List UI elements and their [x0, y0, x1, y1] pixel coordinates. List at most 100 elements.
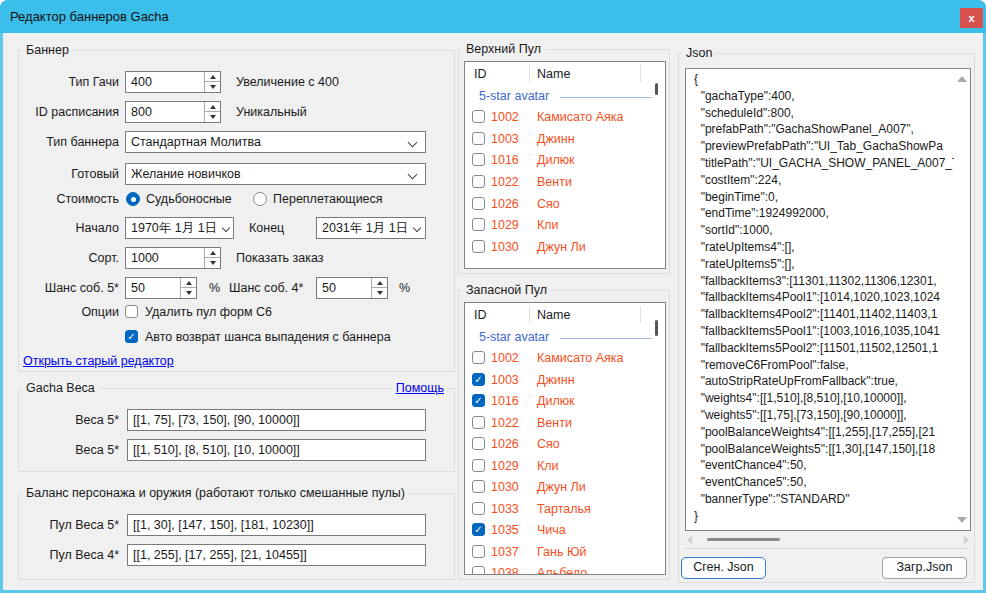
client-area: Баннер Тип Гачи 400 Увеличение с 400 ID …	[3, 33, 983, 590]
pool-item-id: 1003	[491, 132, 519, 146]
pool-item-checkbox[interactable]	[472, 480, 485, 493]
spin-up-button[interactable]	[205, 102, 220, 112]
begin-date-picker[interactable]: 1970年 1月 1日	[125, 217, 234, 239]
scroll-up-icon[interactable]	[957, 76, 967, 82]
scroll-down-icon[interactable]	[957, 517, 967, 523]
auto-strip-checkbox[interactable]	[125, 330, 138, 343]
scroll-right-icon[interactable]	[964, 536, 969, 544]
pool-item-id: 1038	[491, 566, 519, 575]
spin-up-button[interactable]	[205, 248, 220, 258]
chance4-spinner[interactable]: 50	[316, 277, 388, 299]
spin-down-button[interactable]	[205, 112, 220, 122]
help-link[interactable]: Помощь	[393, 381, 447, 395]
spin-down-button[interactable]	[205, 82, 220, 92]
pool-item-checkbox[interactable]	[472, 523, 485, 536]
section-label: 5-star avatar	[479, 89, 549, 103]
schedule-id-spinner[interactable]: 800	[125, 101, 221, 123]
schedule-id-value: 800	[131, 105, 152, 119]
gacha-type-hint: Увеличение с 400	[236, 71, 339, 93]
section-separator: 5-star avatar	[465, 85, 665, 106]
json-line: "sortId":1000,	[694, 222, 954, 239]
list-header: ID Name	[465, 62, 665, 85]
banner-type-combo[interactable]: Стандартная Молитва	[125, 131, 426, 153]
spin-up-button[interactable]	[372, 278, 387, 288]
json-textarea[interactable]: { "gachaType":400, "scheduleId":800, "pr…	[685, 68, 971, 531]
pool-item-id: 1037	[491, 545, 519, 559]
pool-item-row: 1016Дилюк	[465, 390, 665, 412]
pool-item-name: Камисато Аяка	[537, 351, 624, 365]
pool-weights4-label: Пул Веса 4*	[19, 544, 119, 566]
pool-item-id: 1035	[491, 523, 519, 537]
spin-up-button[interactable]	[205, 72, 220, 82]
open-old-editor-link[interactable]: Открыть старый редактор	[23, 354, 174, 368]
spin-down-button[interactable]	[205, 258, 220, 268]
pool-item-id: 1030	[491, 240, 519, 254]
preset-combo[interactable]: Желание новичков	[125, 163, 426, 185]
pool-item-checkbox[interactable]	[472, 175, 485, 188]
pool-item-checkbox[interactable]	[472, 110, 485, 123]
pool-item-checkbox[interactable]	[472, 437, 485, 450]
pool-item-checkbox[interactable]	[472, 502, 485, 515]
json-line: "prefabPath":"GachaShowPanel_A007",	[694, 121, 954, 138]
chance5-spinner[interactable]: 50	[125, 277, 197, 299]
weights5-value: [[1, 75], [73, 150], [90, 10000]]	[133, 413, 300, 427]
sort-hint: Показать заказ	[236, 247, 324, 269]
sort-spinner[interactable]: 1000	[125, 247, 221, 269]
column-id: ID	[474, 308, 487, 322]
pool-item-id: 1003	[491, 373, 519, 387]
pool-item-checkbox[interactable]	[472, 351, 485, 364]
spin-down-button[interactable]	[372, 288, 387, 298]
pool-item-id: 1016	[491, 153, 519, 167]
scroll-left-icon[interactable]	[687, 536, 692, 544]
pool-item-checkbox[interactable]	[472, 566, 485, 575]
scrollbar-thumb[interactable]	[655, 320, 658, 336]
end-label: Конец	[249, 217, 284, 239]
scrollbar-thumb[interactable]	[655, 83, 658, 95]
cost-radio-fate[interactable]	[126, 192, 140, 206]
cost-radio-intertwined[interactable]	[253, 192, 267, 206]
upper-pool-list[interactable]: ID Name 5-star avatar 1002Камисато Аяка1…	[464, 61, 666, 269]
pool-item-checkbox[interactable]	[472, 197, 485, 210]
pool-item-row: 1030Джун Ли	[465, 476, 665, 498]
pool-item-row: 1037Гань Юй	[465, 541, 665, 563]
weights4-input[interactable]: [[1, 510], [8, 510], [10, 10000]]	[127, 439, 426, 461]
json-line: "fallbackItems5Pool1":[1003,1016,1035,10…	[694, 323, 954, 340]
horizontal-scrollbar[interactable]	[685, 534, 971, 545]
reserve-pool-list[interactable]: ID Name 5-star avatar 1002Камисато Аяка1…	[464, 302, 666, 575]
pool-weights4-input[interactable]: [[1, 255], [17, 255], [21, 10455]]	[127, 544, 426, 566]
options-label: Опции	[19, 304, 119, 320]
pool-item-checkbox[interactable]	[472, 545, 485, 558]
pool-item-checkbox[interactable]	[472, 373, 485, 386]
end-date-picker[interactable]: 2031年 1月 1日	[316, 217, 426, 239]
pool-item-checkbox[interactable]	[472, 416, 485, 429]
divider	[685, 548, 968, 549]
pool-item-name: Джинн	[537, 132, 575, 146]
scrollbar-thumb[interactable]	[707, 538, 780, 541]
pool-item-checkbox[interactable]	[472, 132, 485, 145]
pool-item-checkbox[interactable]	[472, 218, 485, 231]
upper-pool-group: Верхний Пул ID Name 5-star avatar 1002Ка…	[458, 49, 670, 274]
remove-c6-checkbox[interactable]	[125, 305, 138, 318]
pool-weights5-input[interactable]: [[1, 30], [147, 150], [181, 10230]]	[127, 514, 426, 536]
json-line: "removeC6FromPool":false,	[694, 357, 954, 374]
pool-item-row: 1002Камисато Аяка	[465, 106, 665, 128]
load-json-button[interactable]: Загр.Json	[882, 557, 967, 579]
pool-item-name: Дилюк	[537, 153, 575, 167]
pool-item-checkbox[interactable]	[472, 240, 485, 253]
pool-item-checkbox[interactable]	[472, 153, 485, 166]
pool-item-checkbox[interactable]	[472, 459, 485, 472]
generate-json-button[interactable]: Сген. Json	[681, 557, 766, 579]
weights5-input[interactable]: [[1, 75], [73, 150], [90, 10000]]	[127, 409, 426, 431]
pool-item-row: 1038Альбедо	[465, 562, 665, 575]
pool-item-id: 1002	[491, 110, 519, 124]
cost-radio-fate-label: Судьбоносные	[146, 191, 232, 207]
close-button[interactable]: x	[960, 8, 983, 28]
pool-item-checkbox[interactable]	[472, 394, 485, 407]
spin-down-button[interactable]	[181, 288, 196, 298]
json-line: "beginTime":0,	[694, 189, 954, 206]
gacha-type-spinner[interactable]: 400	[125, 71, 221, 93]
vertical-scrollbar[interactable]	[954, 70, 969, 529]
json-line: "bannerType":"STANDARD"	[694, 491, 954, 508]
preset-label: Готовый	[19, 163, 119, 185]
spin-up-button[interactable]	[181, 278, 196, 288]
